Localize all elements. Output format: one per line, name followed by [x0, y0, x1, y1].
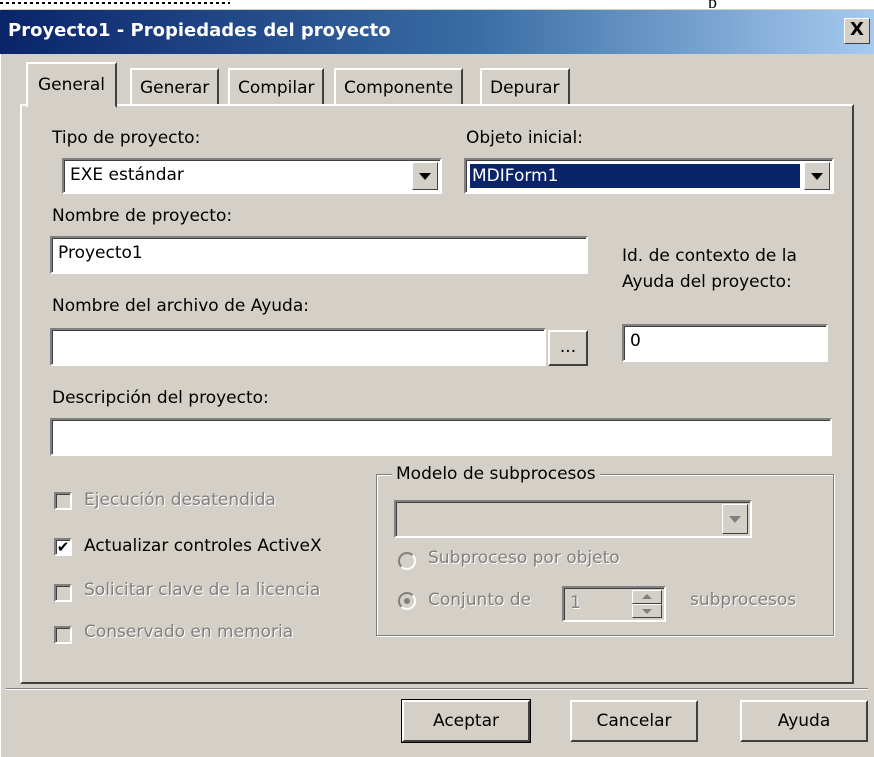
help-context-label-line2: Ayuda del proyecto: — [622, 272, 792, 292]
project-type-label: Tipo de proyecto: — [52, 128, 201, 148]
spin-down-icon — [642, 609, 652, 614]
upgrade-activex-checkbox[interactable]: ✔ — [54, 538, 72, 556]
close-icon: X — [850, 19, 864, 40]
tab-label: Componente — [344, 78, 454, 98]
retained-in-memory-checkbox[interactable] — [54, 626, 72, 644]
help-context-value: 0 — [630, 331, 641, 351]
startup-object-select[interactable]: MDIForm1 — [464, 158, 834, 194]
help-file-input[interactable] — [50, 328, 546, 366]
help-label: Ayuda — [777, 711, 831, 731]
project-name-value: Proyecto1 — [58, 243, 143, 263]
help-file-label: Nombre del archivo de Ayuda: — [52, 296, 309, 316]
threading-model-dropdown-button[interactable] — [722, 504, 748, 534]
tab-label: Depurar — [490, 78, 560, 98]
thread-pool-spinner[interactable]: 1 — [562, 586, 666, 622]
tab-label: Compilar — [238, 78, 315, 98]
threading-model-select[interactable] — [394, 500, 752, 538]
tab-compilar[interactable]: Compilar — [228, 68, 325, 106]
project-name-input[interactable]: Proyecto1 — [50, 236, 588, 274]
thread-per-object-radio[interactable] — [398, 552, 416, 570]
cancel-button[interactable]: Cancelar — [570, 700, 698, 742]
license-key-label: Solicitar clave de la licencia — [84, 580, 321, 600]
startup-object-dropdown-button[interactable] — [804, 162, 830, 190]
thread-pool-label: Conjunto de — [428, 590, 532, 610]
help-context-input[interactable]: 0 — [622, 324, 828, 362]
divider — [6, 688, 868, 690]
help-context-label-line1: Id. de contexto de la — [622, 246, 797, 266]
thread-pool-radio[interactable] — [398, 592, 416, 610]
thread-pool-suffix: subprocesos — [690, 590, 797, 610]
tab-label: Generar — [140, 78, 210, 98]
spin-down-button[interactable] — [632, 604, 662, 618]
ok-label: Aceptar — [433, 711, 499, 731]
chevron-down-icon — [729, 515, 741, 523]
close-button[interactable]: X — [844, 18, 870, 44]
dialog-title: Proyecto1 - Propiedades del proyecto — [8, 20, 391, 41]
project-type-dropdown-button[interactable] — [412, 162, 438, 190]
spin-up-button[interactable] — [632, 590, 662, 604]
upgrade-activex-label: Actualizar controles ActiveX — [84, 536, 322, 556]
dotted-line — [0, 2, 230, 4]
chevron-down-icon — [419, 172, 431, 180]
tab-generar[interactable]: Generar — [130, 68, 220, 106]
chevron-down-icon — [811, 172, 823, 180]
project-type-select[interactable]: EXE estándar — [62, 158, 442, 194]
tab-componente[interactable]: Componente — [334, 68, 464, 106]
startup-object-label: Objeto inicial: — [466, 128, 583, 148]
description-label: Descripción del proyecto: — [52, 388, 269, 408]
threading-model-title: Modelo de subprocesos — [392, 464, 600, 484]
description-input[interactable] — [50, 418, 832, 456]
help-button[interactable]: Ayuda — [740, 700, 868, 742]
tab-label: General — [38, 75, 105, 95]
tab-depurar[interactable]: Depurar — [480, 68, 570, 106]
startup-object-value: MDIForm1 — [470, 164, 800, 188]
license-key-checkbox[interactable] — [54, 584, 72, 602]
unattended-checkbox[interactable] — [54, 492, 72, 510]
retained-in-memory-label: Conservado en memoria — [84, 622, 294, 642]
radio-selected-dot — [404, 598, 410, 604]
project-type-value: EXE estándar — [70, 165, 184, 185]
thread-per-object-label: Subproceso por objeto — [428, 548, 620, 568]
spin-up-icon — [642, 594, 652, 599]
browse-help-file-button[interactable]: ... — [548, 330, 588, 366]
ok-button[interactable]: Aceptar — [401, 699, 531, 743]
project-name-label: Nombre de proyecto: — [52, 206, 233, 226]
tab-general[interactable]: General — [26, 62, 117, 108]
browse-label: ... — [559, 337, 577, 357]
unattended-label: Ejecución desatendida — [84, 490, 276, 510]
cancel-label: Cancelar — [596, 711, 672, 731]
check-icon: ✔ — [56, 538, 70, 556]
